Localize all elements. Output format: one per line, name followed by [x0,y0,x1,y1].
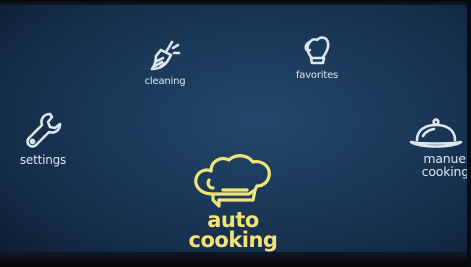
bezel-bottom [0,252,471,267]
wrench-icon [26,112,62,148]
favorites-label: favorites [295,70,339,81]
manual-cooking-label-line2: cooking [421,164,470,179]
settings-label: settings [19,153,67,167]
oven-home-screen: cleaning favorites settings manuel cooki… [0,0,471,267]
cleaning-label: cleaning [144,76,186,87]
bezel-top [0,0,471,5]
cleaning-button[interactable]: cleaning [130,36,200,87]
oven-mitt-icon [304,36,330,65]
chef-hat-icon [194,154,271,208]
broom-icon [150,40,181,71]
favorites-button[interactable]: favorites [282,30,352,81]
manual-cooking-button[interactable]: manuel cooking [395,116,469,178]
auto-cooking-label-line1: auto [207,208,259,232]
settings-button[interactable]: settings [8,108,78,166]
auto-cooking-label-line2: cooking [188,228,278,252]
cloche-icon [409,118,463,148]
auto-cooking-button[interactable]: auto cooking [178,150,288,252]
bezel-right [467,0,471,267]
